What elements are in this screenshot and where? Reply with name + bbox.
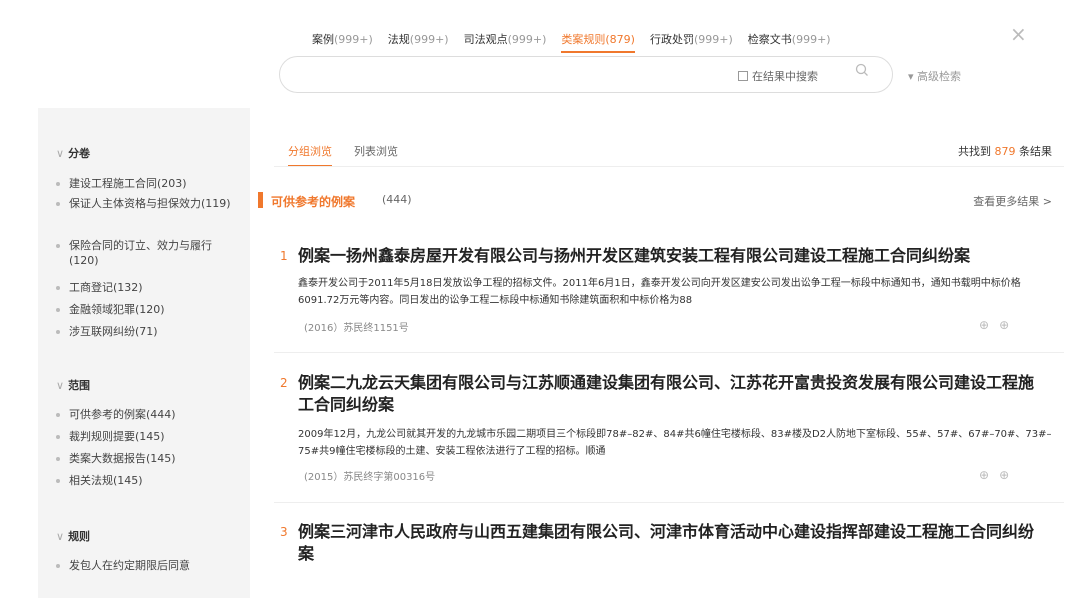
filter-item[interactable]: 工商登记(132) xyxy=(56,280,239,295)
case-item: 3 例案三河津市人民政府与山西五建集团有限公司、河津市体育活动中心建设指挥部建设… xyxy=(258,521,1080,581)
result-group-header: 可供参考的例案 (444) 查看更多结果 > xyxy=(258,190,1080,212)
section-title-rules[interactable]: ∨ 规则 xyxy=(56,528,90,544)
group-count: (444) xyxy=(382,193,412,206)
case-title[interactable]: 例案一扬州鑫泰房屋开发有限公司与扬州开发区建筑安装工程有限公司建设工程施工合同纠… xyxy=(298,245,1038,267)
case-summary: 鑫泰开发公司于2011年5月18日发放讼争工程的招标文件。2011年6月1日，鑫… xyxy=(298,278,1021,306)
case-item: 1 例案一扬州鑫泰房屋开发有限公司与扬州开发区建筑安装工程有限公司建设工程施工合… xyxy=(258,245,1080,345)
case-title[interactable]: 例案三河津市人民政府与山西五建集团有限公司、河津市体育活动中心建设指挥部建设工程… xyxy=(298,521,1038,565)
case-reference: (2015）苏民终字第00316号 xyxy=(304,472,436,483)
filter-item[interactable]: 裁判规则提要(145) xyxy=(56,429,239,444)
case-summary: 2009年12月，九龙公司就其开发的九龙城市乐园二期项目三个标段即78#–82#… xyxy=(298,429,1052,457)
case-item: 2 例案二九龙云天集团有限公司与江苏顺通建设集团有限公司、江苏花开富贵投资发展有… xyxy=(258,372,1080,492)
tab-administrative-penalties[interactable]: 行政处罚(999+) xyxy=(650,31,733,53)
tab-procuratorial-documents[interactable]: 检察文书(999+) xyxy=(748,31,831,53)
case-index: 3 xyxy=(280,525,288,539)
advanced-search-link[interactable]: ▾ 高级检索 xyxy=(908,68,961,84)
case-reference: (2016）苏民终1151号 xyxy=(304,323,409,334)
filter-item[interactable]: 类案大数据报告(145) xyxy=(56,451,239,466)
group-name: 可供参考的例案 xyxy=(271,195,356,209)
section-title-volumes[interactable]: ∨ 分卷 xyxy=(56,145,90,161)
case-actions: ⊕⊕ xyxy=(979,318,1019,332)
case-actions: ⊕⊕ xyxy=(979,468,1019,482)
view-tabs: 分组浏览 列表浏览 xyxy=(288,143,420,167)
search-input[interactable] xyxy=(296,66,716,80)
tab-case-rules[interactable]: 类案规则(879) xyxy=(561,31,635,53)
case-index: 2 xyxy=(280,376,288,390)
tab-group-view[interactable]: 分组浏览 xyxy=(288,143,332,167)
filter-item[interactable]: 建设工程施工合同(203) xyxy=(56,176,239,191)
download-icon[interactable]: ⊕ xyxy=(999,468,1019,482)
search-in-results-checkbox[interactable]: 在结果中搜索 xyxy=(738,68,818,84)
chevron-down-icon: ∨ xyxy=(56,379,65,392)
filter-item[interactable]: 可供参考的例案(444) xyxy=(56,407,239,422)
filter-item[interactable]: 涉互联网纠纷(71) xyxy=(56,324,239,339)
case-index: 1 xyxy=(280,249,288,263)
divider xyxy=(274,352,1064,353)
filter-item[interactable]: 金融领域犯罪(120) xyxy=(56,302,239,317)
download-icon[interactable]: ⊕ xyxy=(999,318,1019,332)
tab-cases[interactable]: 案例(999+) xyxy=(312,31,373,53)
results-panel: 分组浏览 列表浏览 共找到 879 条结果 可供参考的例案 (444) 查看更多… xyxy=(258,108,1080,598)
search-icon[interactable] xyxy=(855,63,869,81)
case-title[interactable]: 例案二九龙云天集团有限公司与江苏顺通建设集团有限公司、江苏花开富贵投资发展有限公… xyxy=(298,372,1038,416)
filter-item[interactable]: 保证人主体资格与担保效力(119) xyxy=(56,196,239,211)
group-marker xyxy=(258,192,263,208)
section-title-scope[interactable]: ∨ 范围 xyxy=(56,377,90,393)
tab-judicial-views[interactable]: 司法观点(999+) xyxy=(464,31,547,53)
filter-item[interactable]: 发包人在约定期限后同意 xyxy=(56,558,239,573)
chevron-down-icon: ∨ xyxy=(56,530,65,543)
add-icon[interactable]: ⊕ xyxy=(979,318,999,332)
search-header: 案例(999+) 法规(999+) 司法观点(999+) 类案规则(879) 行… xyxy=(0,0,1080,108)
result-count: 共找到 879 条结果 xyxy=(958,145,1052,158)
checkbox-icon xyxy=(738,71,748,81)
tab-list-view[interactable]: 列表浏览 xyxy=(354,143,398,167)
divider xyxy=(274,502,1064,503)
filter-item[interactable]: 相关法规(145) xyxy=(56,473,239,488)
divider xyxy=(274,166,1064,167)
more-results-link[interactable]: 查看更多结果 > xyxy=(973,193,1052,209)
chevron-down-icon: ∨ xyxy=(56,147,65,160)
close-icon[interactable]: × xyxy=(1010,22,1027,46)
filter-sidebar: ∨ 分卷 建设工程施工合同(203) 保证人主体资格与担保效力(119) 保险合同… xyxy=(38,108,250,598)
search-box: 在结果中搜索 xyxy=(279,56,893,93)
category-tabs: 案例(999+) 法规(999+) 司法观点(999+) 类案规则(879) 行… xyxy=(312,31,846,53)
filter-item[interactable]: 保险合同的订立、效力与履行(120) xyxy=(56,238,239,268)
tab-laws[interactable]: 法规(999+) xyxy=(388,31,449,53)
add-icon[interactable]: ⊕ xyxy=(979,468,999,482)
